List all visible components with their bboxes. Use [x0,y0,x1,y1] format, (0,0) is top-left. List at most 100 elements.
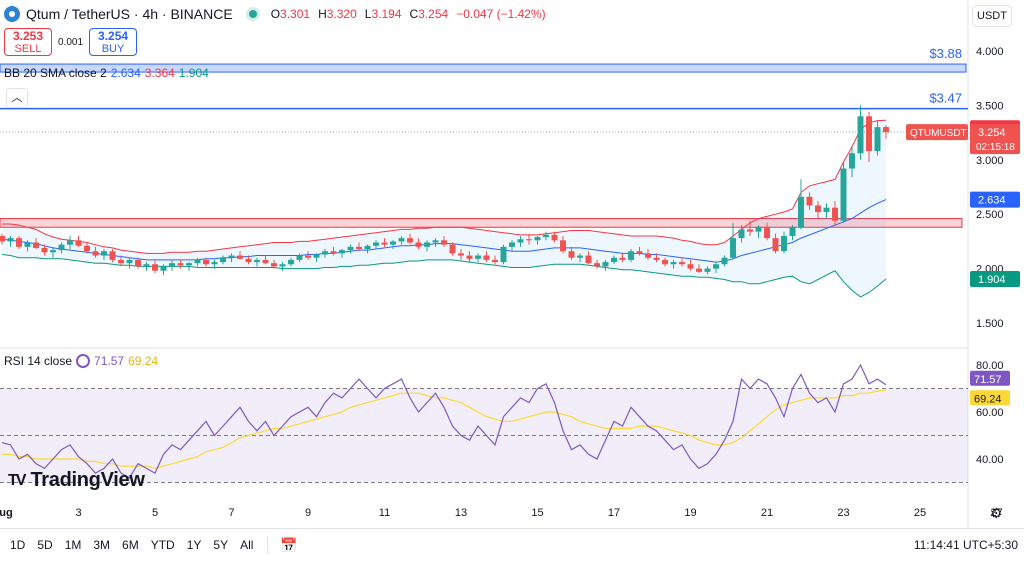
price-tag-countdown: 02:15:18 [976,142,1015,153]
time-tick-label: 3 [75,507,81,519]
candle-body [220,257,226,263]
candle [730,222,736,260]
candle-body [866,116,872,152]
rsi-settings-icon[interactable] [76,354,91,368]
timeframe-1d[interactable]: 1D [4,538,31,552]
candle-body [492,259,498,263]
candle-body [296,255,303,260]
candle-body [526,239,532,241]
time-axis[interactable]: Aug3579111315171921232527 [0,507,1003,519]
tradingview-mark-icon: TV [8,471,27,489]
candle [500,244,507,265]
candle-body [432,240,439,243]
price-tag-text: 2.634 [978,195,1006,207]
time-tick-label: 11 [379,507,390,519]
candle-body [347,246,354,251]
candle-body [50,250,56,253]
rsi-tick-label: 80.00 [976,360,1004,372]
candle-body [7,238,14,242]
candle-body [262,259,269,264]
candle-body [271,263,277,267]
price-tick-label: 4.000 [976,46,1004,58]
candle-body [245,258,252,263]
candle-body [203,259,209,265]
candle-body [364,245,371,250]
candle-body [169,263,175,267]
timeframe-5y[interactable]: 5Y [207,538,234,552]
candle [798,179,804,230]
change-value: −0.047 (−1.42%) [456,7,546,21]
market-open-icon [248,10,257,18]
timeframe-ytd[interactable]: YTD [145,538,181,552]
buy-button[interactable]: 3.254 BUY [89,28,138,56]
bb-fill [2,120,886,297]
candle-body [424,242,430,247]
candle-body [75,240,82,246]
candle-body [16,238,22,247]
timeframe-1y[interactable]: 1Y [181,538,208,552]
rsi-legend[interactable]: RSI 14 close 71.57 69.24 [4,354,158,368]
clock-readout[interactable]: 11:14:41 UTC+5:30 [914,538,1018,552]
candle-body [840,168,847,221]
bb-legend[interactable]: BB 20 SMA close 2 2.634 3.364 1.904 [4,66,209,80]
candle-body [228,255,235,258]
candle-body [126,259,133,264]
candle-body [381,242,388,245]
symbol-header[interactable]: Qtum / TetherUS · 4h · BINANCE O3.301 H3… [4,4,546,24]
candle-body [330,251,337,254]
candle-body [568,251,575,258]
candle-body [109,251,116,260]
candle-body [585,255,592,264]
time-tick-label: 19 [684,507,696,519]
bollinger-bands [1,119,887,298]
candle-body [194,259,201,264]
low-value: 3.194 [371,7,402,21]
candle-body [160,266,167,271]
rsi-value: 71.57 [94,354,125,368]
gear-icon[interactable]: ⚙ [990,505,1003,522]
price-tick-label: 2.500 [976,209,1004,221]
chevron-up-icon[interactable]: ︿ [6,88,28,108]
candle-body [441,240,447,245]
candle-body [832,207,838,221]
candle-body [781,235,787,252]
timeframe-1m[interactable]: 1M [59,538,88,552]
sell-button[interactable]: 3.253 SELL [4,28,52,56]
candle-body [466,255,473,259]
candle-body [407,238,413,243]
candle [75,235,82,247]
toolbar-divider [267,536,269,554]
timeframe-3m[interactable]: 3M [87,538,116,552]
candle-body [704,268,711,272]
candle-body [305,255,311,258]
candle-body [211,262,218,265]
candle-body [849,153,855,169]
spread-value: 0.001 [58,36,84,48]
candle-body [883,127,889,133]
candle-body [458,253,464,256]
price-tag-text: 1.904 [978,274,1006,286]
rsi-label: RSI 14 close [4,354,73,368]
candle-body [288,259,294,265]
candle-body [764,227,770,239]
candle-body [857,116,864,154]
candle-body [772,238,779,252]
candle-body [58,244,65,251]
timeframe-6m[interactable]: 6M [116,538,145,552]
tradingview-logo: TV TradingView [8,469,145,492]
time-tick-label: 5 [152,507,158,519]
time-tick-label: 15 [531,507,543,519]
candle-body [806,196,813,206]
symbol-title[interactable]: Qtum / TetherUS · 4h · BINANCE [26,6,233,22]
candle-body [118,259,124,264]
currency-button[interactable]: USDT [972,5,1012,27]
timeframe-all[interactable]: All [234,538,259,552]
timeframe-5d[interactable]: 5D [31,538,58,552]
bb-upper-value: 3.364 [144,66,175,80]
time-tick-label: 9 [305,507,311,519]
chart-canvas: $3.88$3.47 4.0003.5003.0002.5002.0001.50… [0,0,1020,528]
calendar-range-icon[interactable]: 📅 [280,537,297,554]
qtum-logo-icon [4,6,20,22]
candle-body [475,255,481,259]
candle-body [186,263,192,266]
